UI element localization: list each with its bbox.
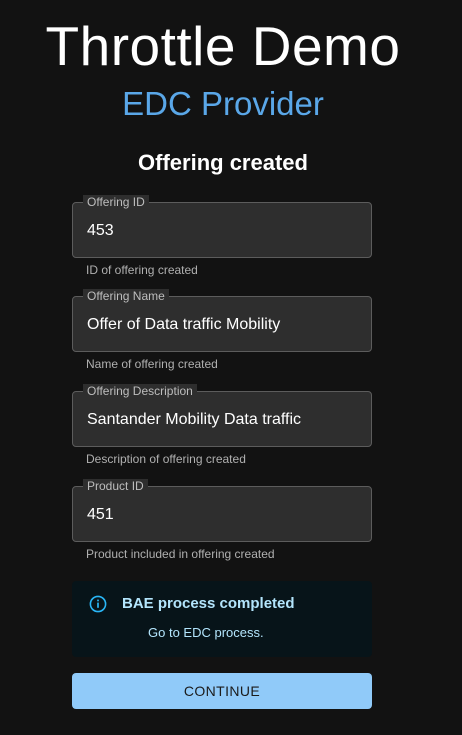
product-id-helper: Product included in offering created: [86, 547, 275, 561]
page: Throttle Demo EDC Provider Offering crea…: [0, 0, 462, 735]
offering-id-value[interactable]: 453: [87, 221, 357, 241]
offering-name-helper: Name of offering created: [86, 357, 218, 371]
product-id-label: Product ID: [83, 479, 148, 493]
info-icon: [89, 595, 107, 613]
offering-description-value[interactable]: Santander Mobility Data traffic: [87, 410, 357, 430]
offering-id-field[interactable]: Offering ID 453: [72, 195, 372, 258]
offering-name-field[interactable]: Offering Name Offer of Data traffic Mobi…: [72, 289, 372, 352]
offering-name-value[interactable]: Offer of Data traffic Mobility: [87, 315, 357, 335]
offering-description-field[interactable]: Offering Description Santander Mobility …: [72, 384, 372, 447]
section-title: Offering created: [138, 150, 308, 175]
offering-id-helper: ID of offering created: [86, 263, 198, 277]
continue-button[interactable]: CONTINUE: [72, 673, 372, 709]
app-subtitle: EDC Provider: [122, 85, 324, 122]
product-id-value[interactable]: 451: [87, 505, 357, 525]
product-id-field[interactable]: Product ID 451: [72, 479, 372, 542]
offering-description-label: Offering Description: [83, 384, 197, 398]
offering-description-helper: Description of offering created: [86, 452, 246, 466]
app-title: Throttle Demo: [45, 15, 401, 77]
info-alert: BAE process completed Go to EDC process.: [72, 581, 372, 657]
offering-name-label: Offering Name: [83, 289, 169, 303]
alert-title: BAE process completed: [122, 595, 295, 612]
offering-id-label: Offering ID: [83, 195, 149, 209]
alert-message: Go to EDC process.: [148, 625, 264, 640]
